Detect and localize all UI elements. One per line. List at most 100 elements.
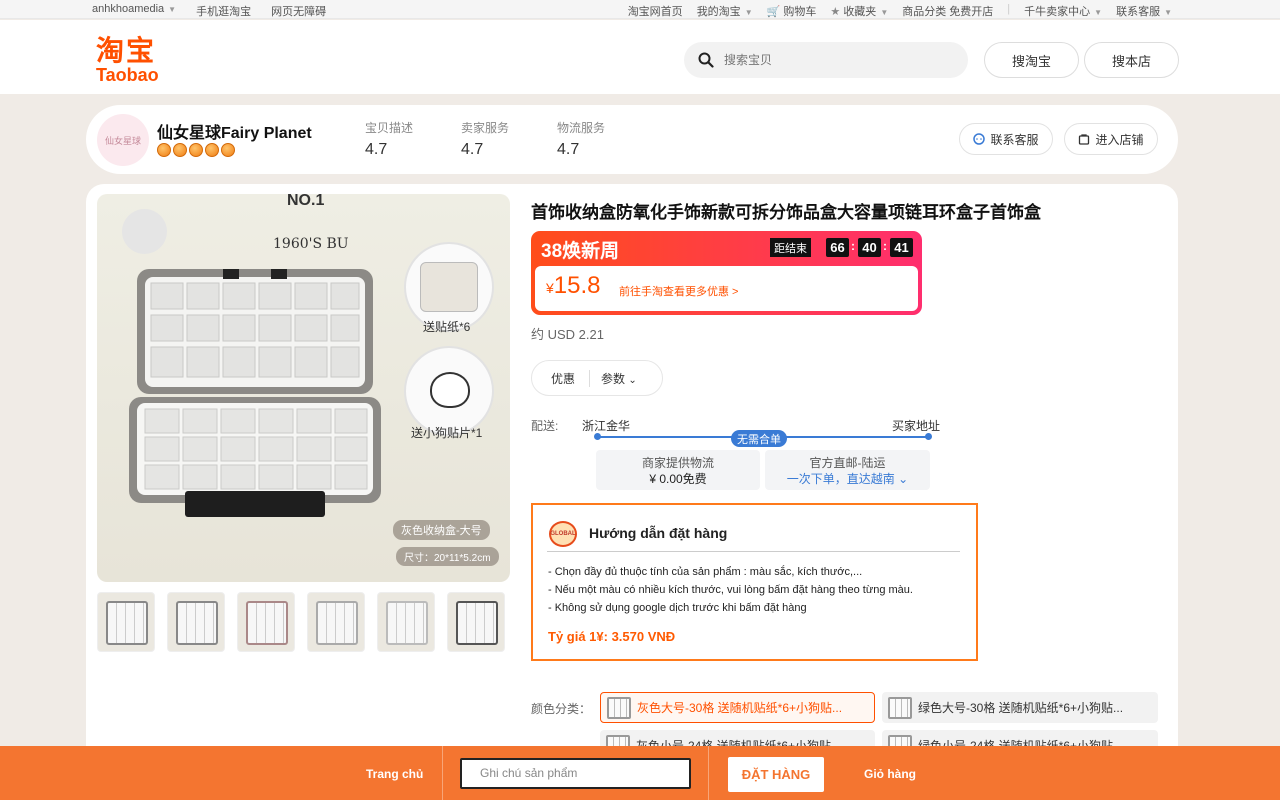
cart-button[interactable]: Giỏ hàng xyxy=(864,767,916,781)
score-value: 4.7 xyxy=(365,141,388,158)
my-taobao-link[interactable]: 我的淘宝 ▼ xyxy=(697,3,753,19)
medal-icon xyxy=(189,143,203,157)
route-dot xyxy=(594,433,601,440)
search-icon xyxy=(698,52,714,68)
guide-line: - Không sử dụng google dịch trước khi bấ… xyxy=(548,602,807,614)
home-link[interactable]: 淘宝网首页 xyxy=(628,3,683,19)
sticker-sheet-image xyxy=(420,262,478,312)
option-swatch xyxy=(888,696,912,719)
guide-logo: GLOBAL xyxy=(549,521,577,547)
guide-line: - Nếu một màu có nhiều kích thước, vui l… xyxy=(548,584,913,596)
score-service: 卖家服务 4.7 xyxy=(461,119,509,159)
thumbnail[interactable] xyxy=(97,592,155,652)
contact-link[interactable]: 联系客服 ▼ xyxy=(1116,3,1172,19)
enter-shop-label: 进入店铺 xyxy=(1095,132,1144,147)
bottom-action-bar: Trang chủ Ghi chú sản phẩm ĐẶT HÀNG Giỏ … xyxy=(0,746,1280,800)
chevron-down-icon: ▼ xyxy=(1164,8,1172,17)
category-link[interactable]: 商品分类 免费开店 xyxy=(902,3,993,19)
mobile-taobao-link[interactable]: 手机逛淘宝 xyxy=(196,3,251,19)
seller-logistics-line2: ¥ 0.00免费 xyxy=(649,472,707,486)
chevron-down-icon: ⌄ xyxy=(628,374,637,386)
color-label: 颜色分类： xyxy=(531,702,592,716)
user-menu[interactable]: anhkhoamedia ▼ xyxy=(92,3,176,19)
shop-avatar[interactable]: 仙女星球 xyxy=(97,114,149,166)
dog-bubble xyxy=(404,346,494,436)
thumbnail[interactable] xyxy=(237,592,295,652)
score-description: 宝贝描述 4.7 xyxy=(365,119,413,159)
logo-en: Taobao xyxy=(96,65,159,85)
contact-service-button[interactable]: 联系客服 xyxy=(959,123,1053,155)
chevron-down-icon: ▼ xyxy=(168,5,177,14)
organizer-box-illustration xyxy=(129,269,381,517)
score-label: 宝贝描述 xyxy=(365,121,414,135)
thumbnail[interactable] xyxy=(167,592,225,652)
chevron-down-icon: ▼ xyxy=(880,8,889,17)
thumbnail[interactable] xyxy=(447,592,505,652)
thumbnail-image xyxy=(106,601,148,645)
favorites-link[interactable]: ★ 收藏夹 ▼ xyxy=(830,3,888,19)
guide-title: Hướng dẫn đặt hàng xyxy=(589,525,728,541)
cart-link[interactable]: 🛒 购物车 xyxy=(767,3,817,19)
direct-mail-line1: 官方直邮-陆运 xyxy=(809,456,886,470)
countdown-hours: 66 xyxy=(826,238,849,257)
price-currency: ¥ xyxy=(546,280,554,296)
taobao-logo[interactable]: 淘宝 Taobao xyxy=(96,34,159,85)
search-box[interactable] xyxy=(684,42,968,78)
seller-logistics-box: 商家提供物流 ¥ 0.00免费 xyxy=(596,450,760,490)
product-note-input[interactable]: Ghi chú sản phẩm xyxy=(460,758,691,789)
countdown-seconds: 41 xyxy=(890,238,913,257)
search-input[interactable] xyxy=(724,53,944,67)
shipping-to[interactable]: 买家地址 xyxy=(892,417,940,434)
promo-event: 38焕新周 xyxy=(541,241,620,262)
guide-lines: - Chọn đầy đủ thuộc tính của sản phẩm : … xyxy=(548,563,913,617)
seller-logistics-line1: 商家提供物流 xyxy=(641,456,714,470)
option-swatch xyxy=(607,696,631,719)
product-panel: NO.1 1960'S BU 送贴纸*6 送小狗贴片*1 灰色收纳盒-大号 尺寸… xyxy=(86,184,1178,800)
chevron-down-icon: ⌄ xyxy=(894,472,909,486)
size-tag: 尺寸：20*11*5.2cm xyxy=(396,547,499,566)
thumbnail-image xyxy=(246,601,288,645)
divider xyxy=(442,746,443,800)
thumbnail[interactable] xyxy=(307,592,365,652)
score-logistics: 物流服务 4.7 xyxy=(557,119,605,159)
shipping-label: 配送: xyxy=(531,419,559,433)
variant-tag: 灰色收纳盒-大号 xyxy=(393,520,490,540)
color-option[interactable]: 绿色大号-30格 送随机贴纸*6+小狗贴... xyxy=(882,692,1158,723)
discount-chip[interactable]: 优惠 xyxy=(532,369,591,387)
medal-icon xyxy=(221,143,235,157)
enter-shop-button[interactable]: 进入店铺 xyxy=(1064,123,1158,155)
product-main-image[interactable]: NO.1 1960'S BU 送贴纸*6 送小狗贴片*1 灰色收纳盒-大号 尺寸… xyxy=(97,194,510,582)
shop-icon xyxy=(1079,134,1090,145)
thumbnail[interactable] xyxy=(377,592,435,652)
price: ¥15.8 xyxy=(546,272,601,300)
order-button[interactable]: ĐẶT HÀNG xyxy=(728,757,824,792)
color-option[interactable]: 灰色大号-30格 送随机贴纸*6+小狗贴... xyxy=(600,692,875,723)
logo-cn: 淘宝 xyxy=(96,34,157,67)
image-brand-text: 1960'S BU xyxy=(273,236,349,252)
my-taobao-label: 我的淘宝 xyxy=(696,6,741,18)
shipping-badge: 无需合单 xyxy=(731,430,787,447)
shop-name[interactable]: 仙女星球Fairy Planet xyxy=(157,119,312,143)
price-value: 15.8 xyxy=(553,272,601,299)
thumbnail-image xyxy=(316,601,358,645)
seller-center-label: 千牛卖家中心 xyxy=(1024,6,1091,18)
order-guide-box: GLOBAL Hướng dẫn đặt hàng - Chọn đầy đủ … xyxy=(531,503,978,661)
seller-center-link[interactable]: 千牛卖家中心 ▼ xyxy=(1024,3,1102,19)
medal-icon xyxy=(173,143,187,157)
search-taobao-button[interactable]: 搜淘宝 xyxy=(984,42,1079,78)
colon: : xyxy=(883,239,887,253)
exchange-rate: Tỷ giá 1¥: 3.570 VNĐ xyxy=(548,629,676,644)
countdown-minutes: 40 xyxy=(858,238,881,257)
direct-mail-box[interactable]: 官方直邮-陆运 一次下单，直达越南 ⌄ xyxy=(765,450,930,490)
accessibility-link[interactable]: 网页无障碍 xyxy=(271,3,326,19)
sticker-tag: 送贴纸*6 xyxy=(423,320,471,334)
option-label: 灰色大号-30格 送随机贴纸*6+小狗贴... xyxy=(637,701,843,715)
favorites-label: 收藏夹 xyxy=(843,6,877,18)
score-label: 卖家服务 xyxy=(461,121,510,135)
image-top-text: NO.1 xyxy=(287,194,325,209)
username: anhkhoamedia xyxy=(92,3,165,15)
more-discount-link[interactable]: 前往手淘查看更多优惠 > xyxy=(619,283,738,299)
params-chip[interactable]: 参数 ⌄ xyxy=(590,370,637,387)
home-button[interactable]: Trang chủ xyxy=(366,767,423,781)
search-shop-button[interactable]: 搜本店 xyxy=(1084,42,1179,78)
